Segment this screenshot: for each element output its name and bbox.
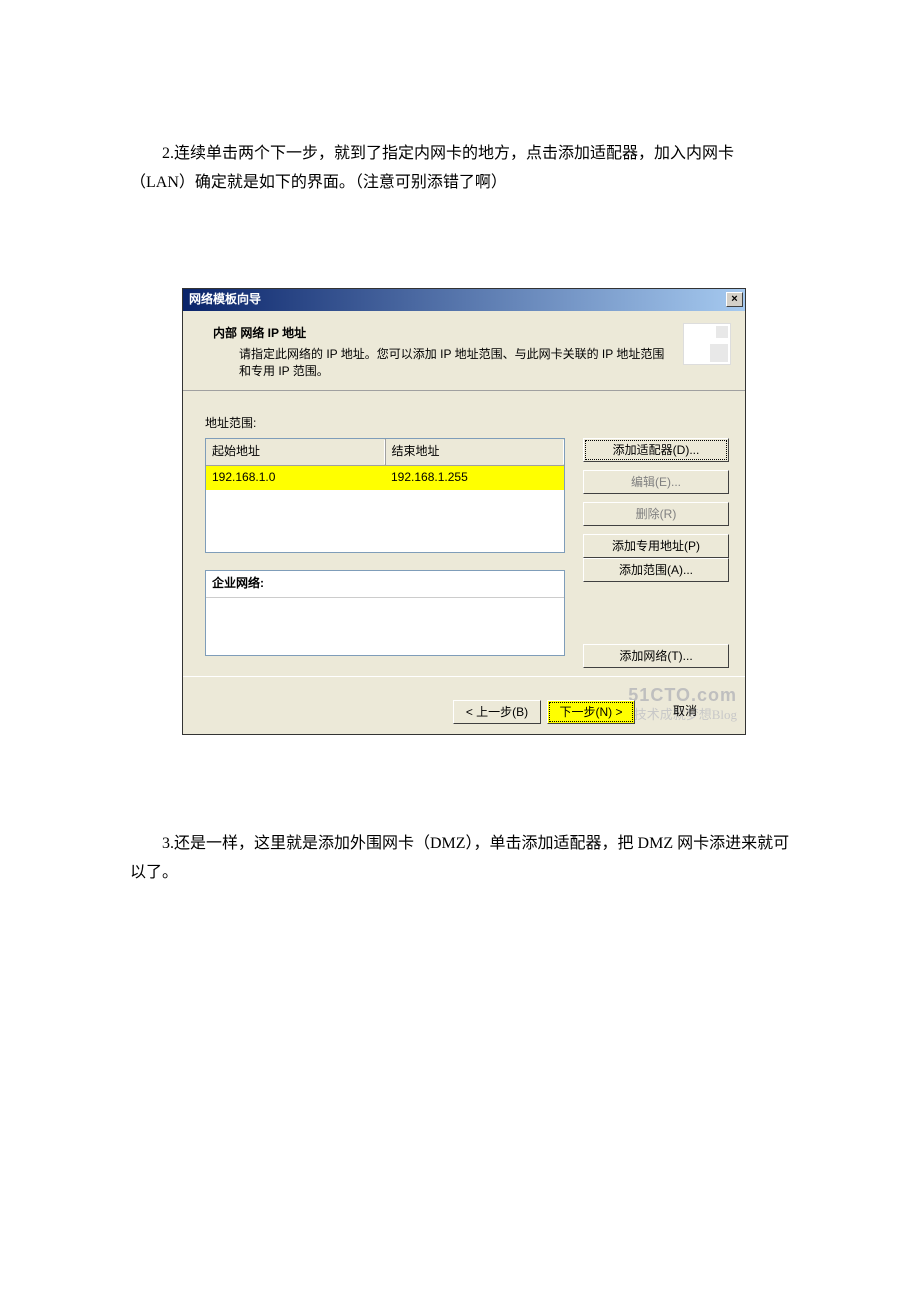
- add-private-button[interactable]: 添加专用地址(P): [583, 534, 729, 558]
- wizard-dialog: 网络模板向导 × 内部 网络 IP 地址 请指定此网络的 IP 地址。您可以添加…: [182, 288, 746, 736]
- close-icon[interactable]: ×: [726, 292, 743, 307]
- corporate-network-label: 企业网络:: [206, 571, 564, 598]
- col-end-address[interactable]: 结束地址: [386, 439, 565, 465]
- paragraph-2: 2.连续单击两个下一步，就到了指定内网卡的地方，点击添加适配器，加入内网卡（LA…: [130, 140, 790, 198]
- cell-end: 192.168.1.255: [385, 466, 564, 490]
- corporate-network-list[interactable]: 企业网络:: [205, 570, 565, 656]
- dialog-titlebar: 网络模板向导 ×: [183, 289, 745, 311]
- back-button[interactable]: < 上一步(B): [453, 700, 541, 724]
- table-row[interactable]: 192.168.1.0 192.168.1.255: [206, 466, 564, 490]
- edit-button: 编辑(E)...: [583, 470, 729, 494]
- range-label: 地址范围:: [205, 413, 729, 435]
- address-range-list[interactable]: 起始地址 结束地址 192.168.1.0 192.168.1.255: [205, 438, 565, 553]
- dialog-title: 网络模板向导: [189, 289, 261, 311]
- cancel-button[interactable]: 取消: [641, 700, 729, 724]
- cell-start: 192.168.1.0: [206, 466, 385, 490]
- dialog-subheading: 请指定此网络的 IP 地址。您可以添加 IP 地址范围、与此网卡关联的 IP 地…: [213, 346, 673, 380]
- add-range-button[interactable]: 添加范围(A)...: [583, 558, 729, 582]
- network-icon: [683, 323, 731, 365]
- next-button[interactable]: 下一步(N) >: [547, 700, 635, 724]
- add-network-button[interactable]: 添加网络(T)...: [583, 644, 729, 668]
- delete-button: 删除(R): [583, 502, 729, 526]
- list-header: 起始地址 结束地址: [206, 439, 564, 466]
- dialog-heading: 内部 网络 IP 地址: [213, 323, 673, 345]
- col-start-address[interactable]: 起始地址: [206, 439, 386, 465]
- add-adapter-button[interactable]: 添加适配器(D)...: [583, 438, 729, 462]
- paragraph-3: 3.还是一样，这里就是添加外围网卡（DMZ），单击添加适配器，把 DMZ 网卡添…: [130, 830, 790, 888]
